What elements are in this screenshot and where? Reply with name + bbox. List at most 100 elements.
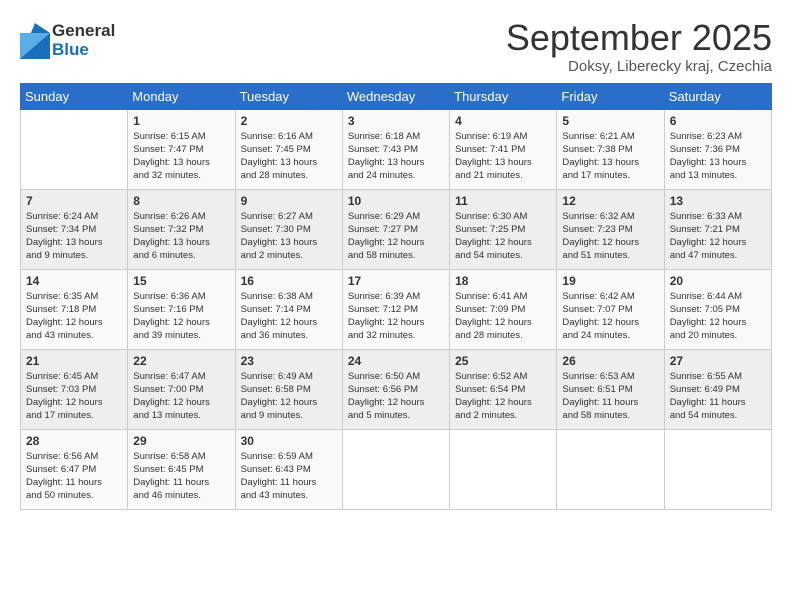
calendar-table: Sunday Monday Tuesday Wednesday Thursday… (20, 83, 772, 510)
cell-w4-d3: 23 Sunrise: 6:49 AM Sunset: 6:58 PM Dayli… (235, 349, 342, 429)
cell-w5-d2: 29Sunrise: 6:58 AM Sunset: 6:45 PM Dayli… (128, 429, 235, 509)
cell-w3-d5: 18Sunrise: 6:41 AM Sunset: 7:09 PM Dayli… (450, 269, 557, 349)
day-detail-w2-d7: Sunrise: 6:33 AM Sunset: 7:21 PM Dayligh… (670, 210, 766, 263)
day-number-w3-d3: 16 (241, 274, 337, 288)
day-detail-w2-d4: Sunrise: 6:29 AM Sunset: 7:27 PM Dayligh… (348, 210, 444, 263)
day-detail-w2-d5: Sunrise: 6:30 AM Sunset: 7:25 PM Dayligh… (455, 210, 551, 263)
cell-w5-d5 (450, 429, 557, 509)
cell-w4-d4: 24 Sunrise: 6:50 AM Sunset: 6:56 PM Dayli… (342, 349, 449, 429)
col-wednesday: Wednesday (342, 83, 449, 109)
day-number-w4-d5: 25 (455, 354, 551, 368)
header: General Blue September 2025 Doksy, Liber… (20, 18, 772, 75)
day-number-w3-d5: 18 (455, 274, 551, 288)
day-detail-w4-d6: Sunrise: 6:53 AM Sunset: 6:51 PM Dayligh… (562, 370, 658, 423)
week-row-2: 7 Sunrise: 6:24 AM Sunset: 7:34 PM Daylig… (21, 189, 772, 269)
cell-w3-d1: 14 Sunrise: 6:35 AM Sunset: 7:18 PM Dayli… (21, 269, 128, 349)
day-number-w1-d3: 2 (241, 114, 337, 128)
cell-w1-d1 (21, 109, 128, 189)
cell-w2-d2: 8 Sunrise: 6:26 AM Sunset: 7:32 PM Daylig… (128, 189, 235, 269)
day-number-w2-d7: 13 (670, 194, 766, 208)
day-number-w1-d4: 3 (348, 114, 444, 128)
day-number-w4-d7: 27 (670, 354, 766, 368)
day-number-w2-d2: 8 (133, 194, 229, 208)
cell-w5-d3: 30Sunrise: 6:59 AM Sunset: 6:43 PM Dayli… (235, 429, 342, 509)
day-detail-w1-d2: Sunrise: 6:15 AM Sunset: 7:47 PM Dayligh… (133, 130, 229, 183)
col-thursday: Thursday (450, 83, 557, 109)
day-number-w3-d2: 15 (133, 274, 229, 288)
day-detail-w5-d2: Sunrise: 6:58 AM Sunset: 6:45 PM Dayligh… (133, 450, 229, 503)
cell-w1-d7: 6 Sunrise: 6:23 AM Sunset: 7:36 PM Daylig… (664, 109, 771, 189)
day-detail-w4-d5: Sunrise: 6:52 AM Sunset: 6:54 PM Dayligh… (455, 370, 551, 423)
cell-w3-d2: 15Sunrise: 6:36 AM Sunset: 7:16 PM Dayli… (128, 269, 235, 349)
location-subtitle: Doksy, Liberecky kraj, Czechia (506, 58, 772, 75)
col-sunday: Sunday (21, 83, 128, 109)
cell-w1-d6: 5Sunrise: 6:21 AM Sunset: 7:38 PM Daylig… (557, 109, 664, 189)
day-number-w2-d1: 7 (26, 194, 122, 208)
day-number-w3-d1: 14 (26, 274, 122, 288)
cell-w4-d5: 25 Sunrise: 6:52 AM Sunset: 6:54 PM Dayli… (450, 349, 557, 429)
calendar-header: Sunday Monday Tuesday Wednesday Thursday… (21, 83, 772, 109)
day-detail-w1-d5: Sunrise: 6:19 AM Sunset: 7:41 PM Dayligh… (455, 130, 551, 183)
logo-icon (20, 23, 50, 59)
day-number-w2-d6: 12 (562, 194, 658, 208)
day-detail-w3-d6: Sunrise: 6:42 AM Sunset: 7:07 PM Dayligh… (562, 290, 658, 343)
day-detail-w2-d6: Sunrise: 6:32 AM Sunset: 7:23 PM Dayligh… (562, 210, 658, 263)
cell-w4-d6: 26 Sunrise: 6:53 AM Sunset: 6:51 PM Dayli… (557, 349, 664, 429)
cell-w1-d4: 3Sunrise: 6:18 AM Sunset: 7:43 PM Daylig… (342, 109, 449, 189)
day-number-w4-d6: 26 (562, 354, 658, 368)
day-number-w1-d5: 4 (455, 114, 551, 128)
header-row: Sunday Monday Tuesday Wednesday Thursday… (21, 83, 772, 109)
day-detail-w4-d3: Sunrise: 6:49 AM Sunset: 6:58 PM Dayligh… (241, 370, 337, 423)
day-number-w4-d2: 22 (133, 354, 229, 368)
day-detail-w2-d3: Sunrise: 6:27 AM Sunset: 7:30 PM Dayligh… (241, 210, 337, 263)
day-detail-w2-d2: Sunrise: 6:26 AM Sunset: 7:32 PM Dayligh… (133, 210, 229, 263)
day-number-w1-d7: 6 (670, 114, 766, 128)
month-title: September 2025 (506, 18, 772, 58)
cell-w2-d3: 9Sunrise: 6:27 AM Sunset: 7:30 PM Daylig… (235, 189, 342, 269)
cell-w1-d2: 1 Sunrise: 6:15 AM Sunset: 7:47 PM Daylig… (128, 109, 235, 189)
logo: General Blue (20, 22, 115, 59)
col-friday: Friday (557, 83, 664, 109)
week-row-4: 21 Sunrise: 6:45 AM Sunset: 7:03 PM Dayli… (21, 349, 772, 429)
day-detail-w3-d4: Sunrise: 6:39 AM Sunset: 7:12 PM Dayligh… (348, 290, 444, 343)
day-number-w4-d3: 23 (241, 354, 337, 368)
logo-general-text: General (52, 22, 115, 41)
day-number-w3-d4: 17 (348, 274, 444, 288)
day-detail-w3-d3: Sunrise: 6:38 AM Sunset: 7:14 PM Dayligh… (241, 290, 337, 343)
title-block: September 2025 Doksy, Liberecky kraj, Cz… (506, 18, 772, 75)
cell-w2-d4: 10 Sunrise: 6:29 AM Sunset: 7:27 PM Dayli… (342, 189, 449, 269)
day-number-w5-d3: 30 (241, 434, 337, 448)
week-row-5: 28Sunrise: 6:56 AM Sunset: 6:47 PM Dayli… (21, 429, 772, 509)
cell-w4-d7: 27 Sunrise: 6:55 AM Sunset: 6:49 PM Dayli… (664, 349, 771, 429)
day-number-w4-d4: 24 (348, 354, 444, 368)
day-number-w4-d1: 21 (26, 354, 122, 368)
page: General Blue September 2025 Doksy, Liber… (0, 0, 792, 612)
col-monday: Monday (128, 83, 235, 109)
calendar-body: 1 Sunrise: 6:15 AM Sunset: 7:47 PM Daylig… (21, 109, 772, 509)
logo-blue-text: Blue (52, 41, 115, 60)
cell-w5-d1: 28Sunrise: 6:56 AM Sunset: 6:47 PM Dayli… (21, 429, 128, 509)
day-detail-w3-d1: Sunrise: 6:35 AM Sunset: 7:18 PM Dayligh… (26, 290, 122, 343)
day-detail-w1-d3: Sunrise: 6:16 AM Sunset: 7:45 PM Dayligh… (241, 130, 337, 183)
day-number-w5-d1: 28 (26, 434, 122, 448)
cell-w5-d7 (664, 429, 771, 509)
day-detail-w4-d2: Sunrise: 6:47 AM Sunset: 7:00 PM Dayligh… (133, 370, 229, 423)
cell-w5-d4 (342, 429, 449, 509)
day-detail-w4-d1: Sunrise: 6:45 AM Sunset: 7:03 PM Dayligh… (26, 370, 122, 423)
cell-w3-d7: 20Sunrise: 6:44 AM Sunset: 7:05 PM Dayli… (664, 269, 771, 349)
cell-w1-d5: 4 Sunrise: 6:19 AM Sunset: 7:41 PM Daylig… (450, 109, 557, 189)
day-number-w1-d2: 1 (133, 114, 229, 128)
cell-w2-d5: 11Sunrise: 6:30 AM Sunset: 7:25 PM Dayli… (450, 189, 557, 269)
day-detail-w3-d7: Sunrise: 6:44 AM Sunset: 7:05 PM Dayligh… (670, 290, 766, 343)
col-saturday: Saturday (664, 83, 771, 109)
cell-w1-d3: 2 Sunrise: 6:16 AM Sunset: 7:45 PM Daylig… (235, 109, 342, 189)
cell-w5-d6 (557, 429, 664, 509)
day-detail-w4-d7: Sunrise: 6:55 AM Sunset: 6:49 PM Dayligh… (670, 370, 766, 423)
cell-w2-d6: 12 Sunrise: 6:32 AM Sunset: 7:23 PM Dayli… (557, 189, 664, 269)
day-detail-w4-d4: Sunrise: 6:50 AM Sunset: 6:56 PM Dayligh… (348, 370, 444, 423)
logo-text: General Blue (52, 22, 115, 59)
day-detail-w1-d7: Sunrise: 6:23 AM Sunset: 7:36 PM Dayligh… (670, 130, 766, 183)
day-detail-w2-d1: Sunrise: 6:24 AM Sunset: 7:34 PM Dayligh… (26, 210, 122, 263)
cell-w4-d2: 22 Sunrise: 6:47 AM Sunset: 7:00 PM Dayli… (128, 349, 235, 429)
day-number-w2-d4: 10 (348, 194, 444, 208)
